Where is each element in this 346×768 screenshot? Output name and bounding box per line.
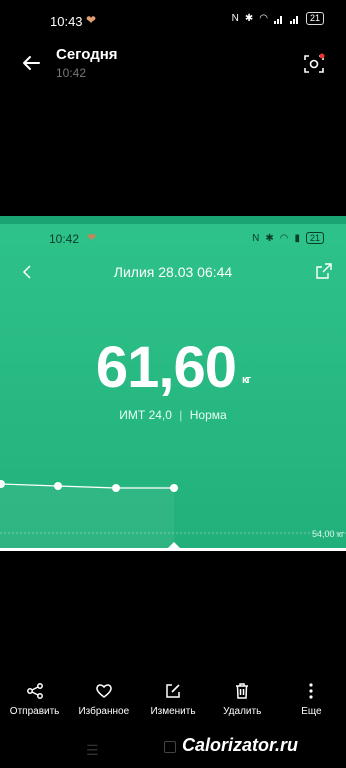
bluetooth-icon: ✱	[244, 13, 254, 24]
share-icon	[26, 683, 43, 699]
bmi-line: ИМТ 24,0 | Норма	[119, 408, 227, 422]
delete-button[interactable]: Удалить	[208, 682, 277, 722]
status-icons: N ✱ ◠ 21	[232, 12, 324, 25]
page-title: Сегодня	[56, 46, 118, 63]
preview-title: Лилия 28.03 06:44	[113, 264, 233, 280]
signal-icon-2	[289, 15, 298, 24]
bottom-toolbar: Отправить Избранное Изменить Удалить Еще	[0, 682, 346, 722]
trend-point	[170, 484, 178, 492]
page-subtitle: 10:42	[56, 66, 87, 80]
screenshot-preview[interactable]: 10:42 ❤ N ✱ ◠ ▮ 21 Лилия 28.03 06:44 61,…	[0, 216, 346, 550]
delete-label: Удалить	[223, 706, 262, 717]
status-bar: 10:43 ❤ N ✱ ◠ 21	[0, 0, 346, 44]
status-time: 10:43	[50, 14, 83, 29]
more-button[interactable]: Еще	[277, 682, 346, 722]
back-arrow-icon[interactable]	[20, 52, 42, 74]
battery-icon: 21	[305, 12, 324, 25]
weight-unit: кг	[242, 374, 251, 386]
watermark: Calorizator.ru	[182, 735, 299, 755]
baseline-label: 54,00 кг	[312, 529, 345, 539]
share-button[interactable]: Отправить	[0, 682, 69, 722]
more-icon	[309, 683, 314, 699]
bmi-status: Норма	[189, 408, 227, 422]
preview-wifi-icon: ◠	[279, 232, 289, 244]
edit-label: Изменить	[150, 706, 196, 717]
preview-bottom-strip	[0, 548, 346, 551]
preview-top-band	[0, 216, 346, 224]
heart-icon	[95, 684, 112, 698]
edit-button[interactable]: Изменить	[138, 682, 207, 722]
wifi-icon: ◠	[259, 13, 268, 24]
preview-health-icon: ❤	[87, 232, 97, 244]
preview-status-icons: N ✱ ◠ ▮ 21	[252, 232, 324, 244]
nav-menu-icon[interactable]: ☰	[86, 742, 99, 759]
preview-signal-icon: ▮	[294, 232, 300, 244]
preview-share-icon	[316, 263, 332, 279]
trend-point	[54, 482, 62, 490]
signal-icon	[273, 15, 282, 24]
share-label: Отправить	[9, 706, 60, 717]
weight-display: 61,60 кг	[0, 334, 346, 401]
preview-status-time: 10:42	[49, 232, 80, 246]
preview-battery-icon: 21	[305, 232, 324, 244]
chart-area-fill	[0, 486, 174, 550]
more-label: Еще	[301, 706, 322, 717]
trash-icon	[236, 683, 249, 699]
health-icon: ❤	[86, 13, 97, 27]
preview-nfc-icon: N	[252, 232, 260, 244]
favorite-button[interactable]: Избранное	[69, 682, 138, 722]
weight-trend-chart	[0, 480, 346, 550]
nav-home-icon[interactable]	[164, 741, 176, 753]
preview-bluetooth-icon: ✱	[265, 232, 274, 244]
trend-point	[112, 484, 120, 492]
favorite-label: Избранное	[78, 706, 130, 717]
edit-icon	[166, 684, 180, 698]
nfc-icon: N	[231, 13, 239, 24]
lens-icon[interactable]	[302, 52, 326, 76]
bmi-value: ИМТ 24,0	[119, 408, 172, 422]
weight-value: 61,60	[95, 335, 237, 400]
